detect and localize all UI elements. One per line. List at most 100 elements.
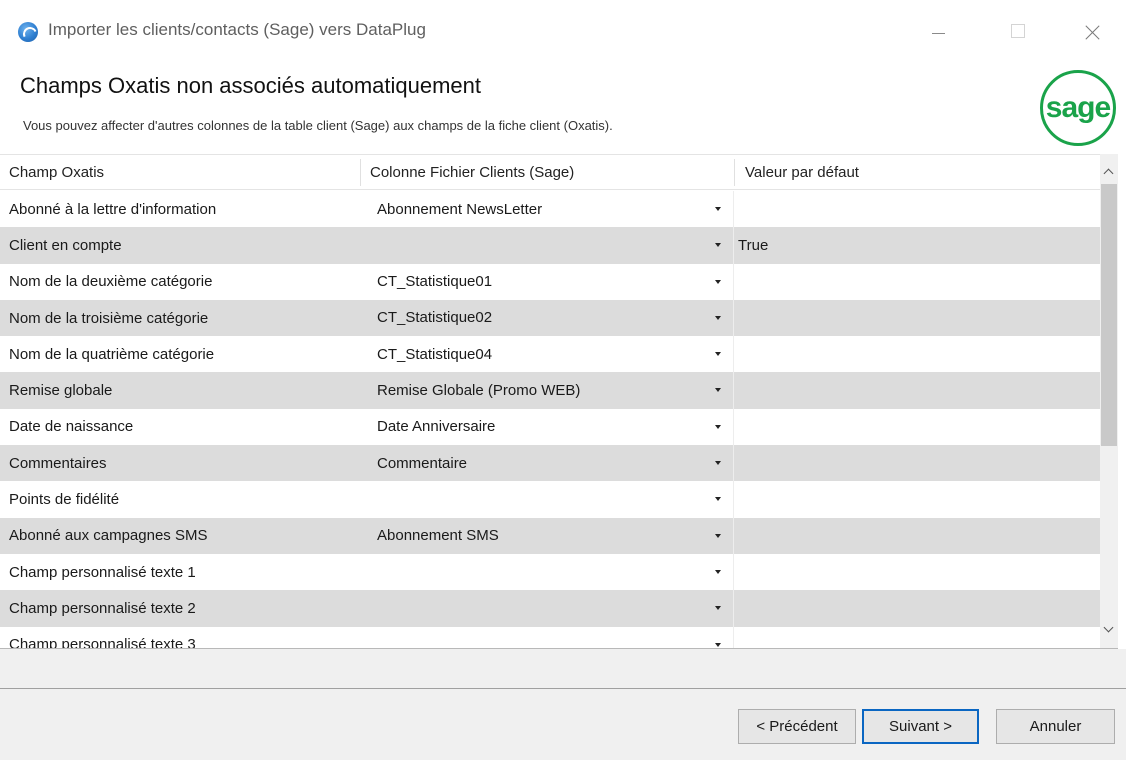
champ-oxatis-cell: Abonné aux campagnes SMS bbox=[9, 527, 208, 545]
table-row[interactable]: Commentaires Commentaire bbox=[0, 445, 1100, 482]
champ-oxatis-cell: Abonné à la lettre d'information bbox=[9, 200, 217, 218]
sage-column-dropdown[interactable] bbox=[369, 593, 733, 624]
sage-column-dropdown[interactable]: CT_Statistique04 bbox=[369, 339, 733, 370]
table-row[interactable]: Champ personnalisé texte 2 bbox=[0, 590, 1100, 627]
champ-oxatis-cell: Nom de la troisième catégorie bbox=[9, 309, 209, 327]
table-row[interactable]: Champ personnalisé texte 1 bbox=[0, 553, 1100, 591]
champ-oxatis-cell: Champ personnalisé texte 1 bbox=[9, 563, 196, 581]
default-value-cell[interactable] bbox=[734, 627, 1100, 648]
sage-logo: sage bbox=[1040, 70, 1116, 146]
close-icon[interactable] bbox=[1070, 14, 1116, 46]
cancel-button[interactable]: Annuler bbox=[996, 709, 1115, 744]
grid-rows: Abonné à la lettre d'information Abonneme… bbox=[0, 191, 1100, 648]
champ-oxatis-cell: Commentaires bbox=[9, 454, 107, 472]
page-title: Champs Oxatis non associés automatiqueme… bbox=[20, 73, 482, 98]
champ-oxatis-cell: Nom de la quatrième catégorie bbox=[9, 345, 215, 363]
table-row[interactable]: Abonné à la lettre d'information Abonneme… bbox=[0, 191, 1100, 228]
title-bar: Importer les clients/contacts (Sage) ver… bbox=[0, 0, 1126, 60]
sage-column-value: Date Anniversaire bbox=[377, 418, 496, 436]
table-row[interactable]: Date de naissance Date Anniversaire bbox=[0, 408, 1100, 446]
dropdown-arrow-icon[interactable] bbox=[709, 557, 729, 587]
sage-column-dropdown[interactable] bbox=[369, 230, 733, 261]
table-row[interactable]: Nom de la deuxième catégorie CT_Statistiq… bbox=[0, 263, 1100, 300]
sage-column-value: Abonnement NewsLetter bbox=[377, 200, 543, 218]
sage-column-value: CT_Statistique04 bbox=[377, 345, 493, 363]
window-title: Importer les clients/contacts (Sage) ver… bbox=[48, 20, 426, 39]
table-row[interactable]: Nom de la troisième catégorie CT_Statisti… bbox=[0, 299, 1100, 337]
table-row[interactable]: Remise globale Remise Globale (Promo WEB) bbox=[0, 372, 1100, 409]
default-value-cell[interactable] bbox=[734, 445, 1100, 481]
field-mapping-grid: Champ Oxatis Colonne Fichier Clients (Sa… bbox=[0, 154, 1118, 648]
next-button[interactable]: Suivant > bbox=[862, 709, 979, 744]
default-value-cell[interactable] bbox=[734, 372, 1100, 408]
default-value-cell[interactable] bbox=[734, 409, 1100, 445]
table-row[interactable]: Client en compte True bbox=[0, 227, 1100, 264]
default-value-cell[interactable] bbox=[734, 191, 1100, 227]
champ-oxatis-cell: Champ personnalisé texte 2 bbox=[9, 599, 196, 617]
wizard-header: Champs Oxatis non associés automatiqueme… bbox=[0, 60, 1126, 154]
dropdown-arrow-icon[interactable] bbox=[709, 630, 729, 648]
sage-column-value: Remise Globale (Promo WEB) bbox=[377, 381, 581, 399]
table-row[interactable]: Nom de la quatrième catégorie CT_Statisti… bbox=[0, 336, 1100, 373]
default-value-cell[interactable] bbox=[734, 518, 1100, 554]
maximize-icon[interactable] bbox=[996, 14, 1042, 46]
column-header-champ-oxatis[interactable]: Champ Oxatis bbox=[9, 155, 104, 190]
column-header-colonne-sage[interactable]: Colonne Fichier Clients (Sage) bbox=[370, 155, 574, 190]
sage-column-dropdown[interactable]: Abonnement NewsLetter bbox=[369, 194, 733, 224]
sage-column-value: Commentaire bbox=[377, 454, 468, 472]
scroll-up-icon[interactable] bbox=[1100, 162, 1118, 184]
sage-column-dropdown[interactable]: Date Anniversaire bbox=[369, 411, 733, 442]
page-subtitle: Vous pouvez affecter d'autres colonnes d… bbox=[23, 118, 613, 133]
sage-column-dropdown[interactable]: CT_Statistique01 bbox=[369, 266, 733, 297]
column-divider[interactable] bbox=[734, 159, 735, 186]
sage-column-dropdown[interactable] bbox=[369, 556, 733, 587]
sage-column-dropdown[interactable]: Remise Globale (Promo WEB) bbox=[369, 375, 733, 406]
vertical-scrollbar[interactable] bbox=[1100, 154, 1118, 648]
sage-column-value: CT_Statistique02 bbox=[377, 309, 493, 327]
dropdown-arrow-icon[interactable] bbox=[709, 412, 729, 442]
default-value-cell[interactable] bbox=[734, 590, 1100, 626]
default-value-cell[interactable] bbox=[734, 300, 1100, 336]
dropdown-arrow-icon[interactable] bbox=[709, 521, 729, 551]
champ-oxatis-cell: Champ personnalisé texte 3 bbox=[9, 636, 196, 648]
champ-oxatis-cell: Date de naissance bbox=[9, 418, 134, 436]
champ-oxatis-cell: Points de fidélité bbox=[9, 491, 120, 509]
dropdown-arrow-icon[interactable] bbox=[709, 375, 729, 405]
dropdown-arrow-icon[interactable] bbox=[709, 267, 729, 297]
champ-oxatis-cell: Nom de la deuxième catégorie bbox=[9, 273, 213, 291]
dropdown-arrow-icon[interactable] bbox=[709, 194, 729, 224]
scroll-down-icon[interactable] bbox=[1100, 620, 1118, 642]
sage-column-dropdown[interactable] bbox=[369, 629, 733, 648]
default-value-cell[interactable] bbox=[734, 554, 1100, 590]
minimize-icon[interactable] bbox=[915, 14, 961, 46]
footer-band bbox=[0, 649, 1126, 688]
champ-oxatis-cell: Remise globale bbox=[9, 382, 113, 400]
previous-button[interactable]: < Précédent bbox=[738, 709, 856, 744]
sage-column-dropdown[interactable]: CT_Statistique02 bbox=[369, 302, 733, 333]
dropdown-arrow-icon[interactable] bbox=[709, 593, 729, 623]
sage-column-dropdown[interactable]: Abonnement SMS bbox=[369, 520, 733, 551]
scrollbar-thumb[interactable] bbox=[1101, 184, 1117, 446]
table-row[interactable]: Champ personnalisé texte 3 bbox=[0, 626, 1100, 648]
dropdown-arrow-icon[interactable] bbox=[709, 230, 729, 260]
default-value-cell[interactable]: True bbox=[734, 227, 1100, 263]
default-value-cell[interactable] bbox=[734, 264, 1100, 300]
dropdown-arrow-icon[interactable] bbox=[709, 339, 729, 369]
column-header-valeur-defaut[interactable]: Valeur par défaut bbox=[745, 155, 859, 190]
dropdown-arrow-icon[interactable] bbox=[709, 484, 729, 514]
grid-header: Champ Oxatis Colonne Fichier Clients (Sa… bbox=[0, 155, 1100, 190]
dataplug-app-icon bbox=[18, 22, 38, 42]
table-row[interactable]: Abonné aux campagnes SMS Abonnement SMS bbox=[0, 517, 1100, 554]
dropdown-arrow-icon[interactable] bbox=[709, 448, 729, 478]
champ-oxatis-cell: Client en compte bbox=[9, 236, 122, 254]
sage-column-dropdown[interactable] bbox=[369, 484, 733, 515]
wizard-footer: < Précédent Suivant > Annuler bbox=[0, 689, 1126, 760]
sage-column-value: Abonnement SMS bbox=[377, 527, 499, 545]
column-divider[interactable] bbox=[360, 159, 361, 186]
table-row[interactable]: Points de fidélité bbox=[0, 481, 1100, 518]
sage-column-value: CT_Statistique01 bbox=[377, 273, 493, 291]
sage-column-dropdown[interactable]: Commentaire bbox=[369, 448, 733, 479]
default-value-cell[interactable] bbox=[734, 481, 1100, 517]
default-value-cell[interactable] bbox=[734, 336, 1100, 372]
dropdown-arrow-icon[interactable] bbox=[709, 303, 729, 333]
